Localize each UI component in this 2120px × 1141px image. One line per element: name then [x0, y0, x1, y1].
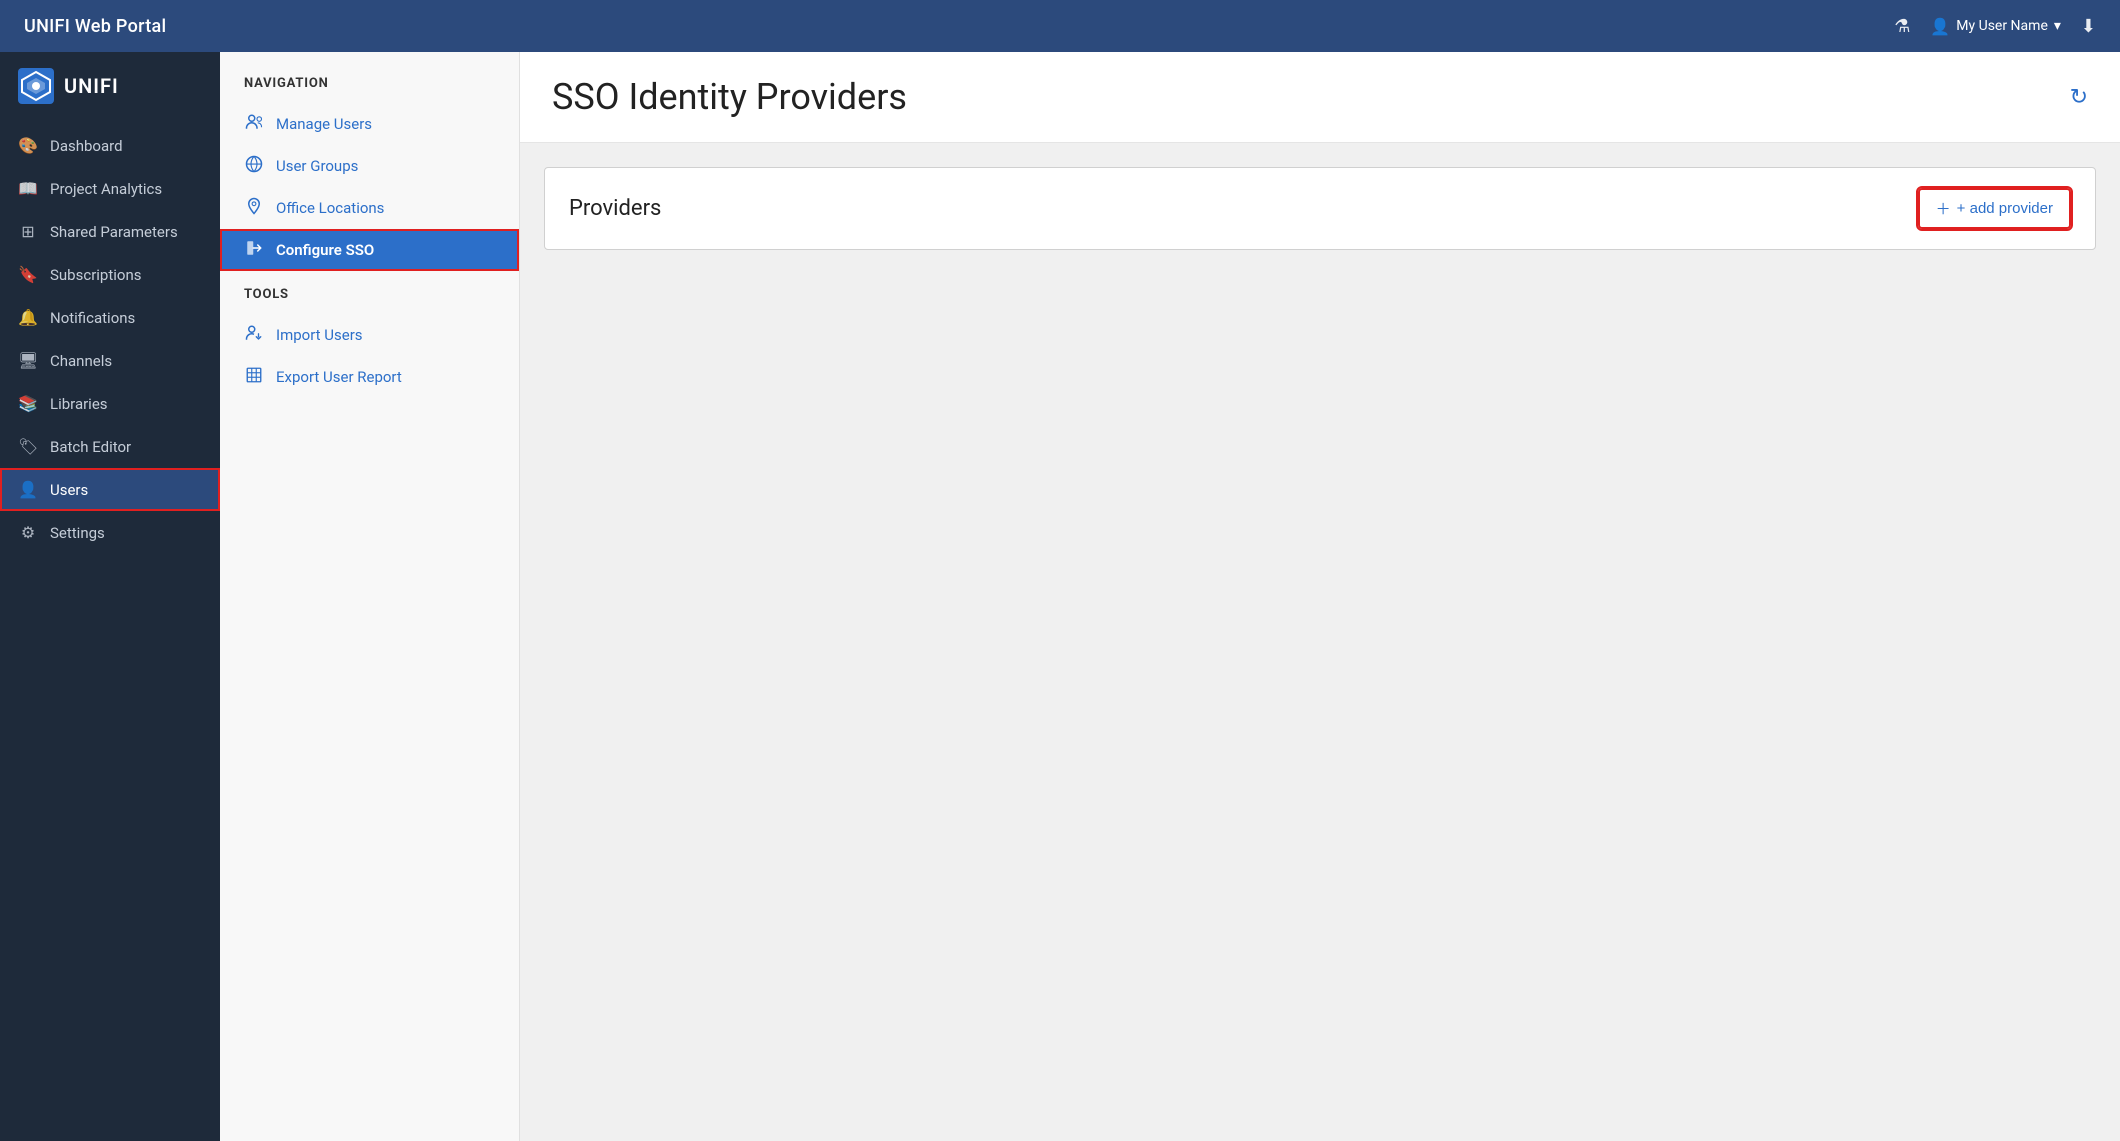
sidebar-logo-text: UNIFI: [64, 74, 119, 98]
subnav-label-user-groups: User Groups: [276, 157, 358, 175]
sidebar-label-libraries: Libraries: [50, 395, 108, 413]
tools-section-title: TOOLS: [220, 287, 519, 314]
user-name-label: My User Name: [1956, 18, 2048, 34]
sidebar-item-batch-editor[interactable]: 🏷 Batch Editor: [0, 425, 220, 468]
sidebar-item-dashboard[interactable]: 🎨 Dashboard: [0, 124, 220, 167]
subnav-label-configure-sso: Configure SSO: [276, 241, 374, 259]
user-menu[interactable]: 👤 My User Name ▾: [1930, 17, 2061, 36]
download-icon[interactable]: ⬇: [2081, 16, 2096, 37]
sidebar-label-batch-editor: Batch Editor: [50, 438, 131, 456]
sidebar-item-project-analytics[interactable]: 📖 Project Analytics: [0, 167, 220, 210]
sidebar-logo: UNIFI: [0, 68, 220, 124]
flask-icon[interactable]: ⚗: [1894, 16, 1910, 37]
sidebar-label-dashboard: Dashboard: [50, 137, 123, 155]
manage-users-icon: [244, 113, 264, 135]
sidebar-item-channels[interactable]: 🖥 Channels: [0, 339, 220, 382]
subnav-item-user-groups[interactable]: User Groups: [220, 145, 519, 187]
sidebar-label-settings: Settings: [50, 524, 105, 542]
sidebar-label-shared-parameters: Shared Parameters: [50, 223, 178, 241]
sidebar-label-channels: Channels: [50, 352, 112, 370]
sidebar-label-subscriptions: Subscriptions: [50, 266, 141, 284]
export-user-report-icon: [244, 366, 264, 388]
unifi-logo-icon: [18, 68, 54, 104]
sidebar-item-libraries[interactable]: 📚 Libraries: [0, 382, 220, 425]
subnav-item-office-locations[interactable]: Office Locations: [220, 187, 519, 229]
subscriptions-icon: 🔖: [18, 265, 38, 284]
subnav-label-office-locations: Office Locations: [276, 199, 384, 217]
main-content: SSO Identity Providers ↻ Providers ＋ + a…: [520, 52, 2120, 1141]
subnav-item-import-users[interactable]: Import Users: [220, 314, 519, 356]
batch-editor-icon: 🏷: [18, 437, 38, 456]
sidebar-label-project-analytics: Project Analytics: [50, 180, 162, 198]
sidebar-item-settings[interactable]: ⚙ Settings: [0, 511, 220, 554]
subnav-item-configure-sso[interactable]: Configure SSO: [220, 229, 519, 271]
configure-sso-icon: [244, 239, 264, 261]
project-analytics-icon: 📖: [18, 179, 38, 198]
sidebar-label-notifications: Notifications: [50, 309, 135, 327]
add-provider-label: + add provider: [1957, 200, 2053, 217]
subnav-item-export-user-report[interactable]: Export User Report: [220, 356, 519, 398]
user-groups-icon: [244, 155, 264, 177]
subnav-divider: [220, 271, 519, 287]
subnav-label-import-users: Import Users: [276, 326, 363, 344]
portal-title: UNIFI Web Portal: [24, 16, 166, 37]
add-provider-button[interactable]: ＋ + add provider: [1918, 188, 2071, 229]
add-provider-icon: ＋: [1936, 198, 1951, 219]
notifications-icon: 🔔: [18, 308, 38, 327]
sidebar-label-users: Users: [50, 481, 88, 499]
navigation-section-title: NAVIGATION: [220, 76, 519, 103]
subnav-item-manage-users[interactable]: Manage Users: [220, 103, 519, 145]
subnav-label-export-user-report: Export User Report: [276, 368, 402, 386]
user-icon: 👤: [1930, 17, 1950, 36]
sidebar-item-notifications[interactable]: 🔔 Notifications: [0, 296, 220, 339]
dashboard-icon: 🎨: [18, 136, 38, 155]
main-layout: UNIFI 🎨 Dashboard 📖 Project Analytics ⊞ …: [0, 52, 2120, 1141]
settings-icon: ⚙: [18, 523, 38, 542]
sidebar-item-subscriptions[interactable]: 🔖 Subscriptions: [0, 253, 220, 296]
shared-parameters-icon: ⊞: [18, 222, 38, 241]
content-body: Providers ＋ + add provider: [520, 143, 2120, 1141]
office-locations-icon: [244, 197, 264, 219]
libraries-icon: 📚: [18, 394, 38, 413]
channels-icon: 🖥: [18, 351, 38, 370]
page-title: SSO Identity Providers: [552, 76, 907, 118]
top-header: UNIFI Web Portal ⚗ 👤 My User Name ▾ ⬇: [0, 0, 2120, 52]
sidebar-item-shared-parameters[interactable]: ⊞ Shared Parameters: [0, 210, 220, 253]
content-header: SSO Identity Providers ↻: [520, 52, 2120, 143]
subnav-label-manage-users: Manage Users: [276, 115, 372, 133]
refresh-icon[interactable]: ↻: [2070, 85, 2088, 110]
chevron-down-icon: ▾: [2054, 18, 2061, 34]
header-right: ⚗ 👤 My User Name ▾ ⬇: [1894, 16, 2096, 37]
users-icon: 👤: [18, 480, 38, 499]
sidebar: UNIFI 🎨 Dashboard 📖 Project Analytics ⊞ …: [0, 52, 220, 1141]
import-users-icon: [244, 324, 264, 346]
sidebar-item-users[interactable]: 👤 Users: [0, 468, 220, 511]
providers-card: Providers ＋ + add provider: [544, 167, 2096, 250]
subnav: NAVIGATION Manage Users User Groups: [220, 52, 520, 1141]
providers-label: Providers: [569, 196, 661, 221]
